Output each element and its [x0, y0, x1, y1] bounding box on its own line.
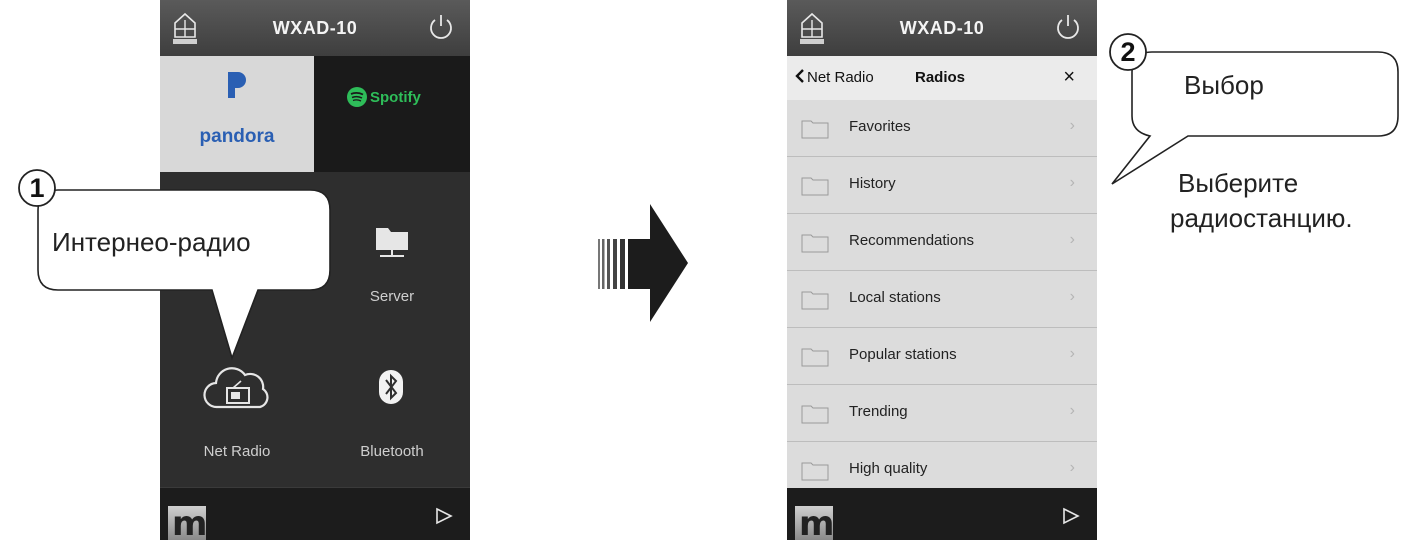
step-1-text: Интернео-радио: [52, 227, 251, 257]
callout-bubble-1: [37, 189, 331, 361]
step-1-number: 1: [29, 173, 45, 203]
step-2-number: 2: [1120, 37, 1136, 67]
step-2-description-line-2: радиостанцию.: [1170, 203, 1353, 233]
step-2-description-line-1: Выберите: [1178, 168, 1299, 198]
step-2-text: Выбор: [1184, 70, 1264, 100]
